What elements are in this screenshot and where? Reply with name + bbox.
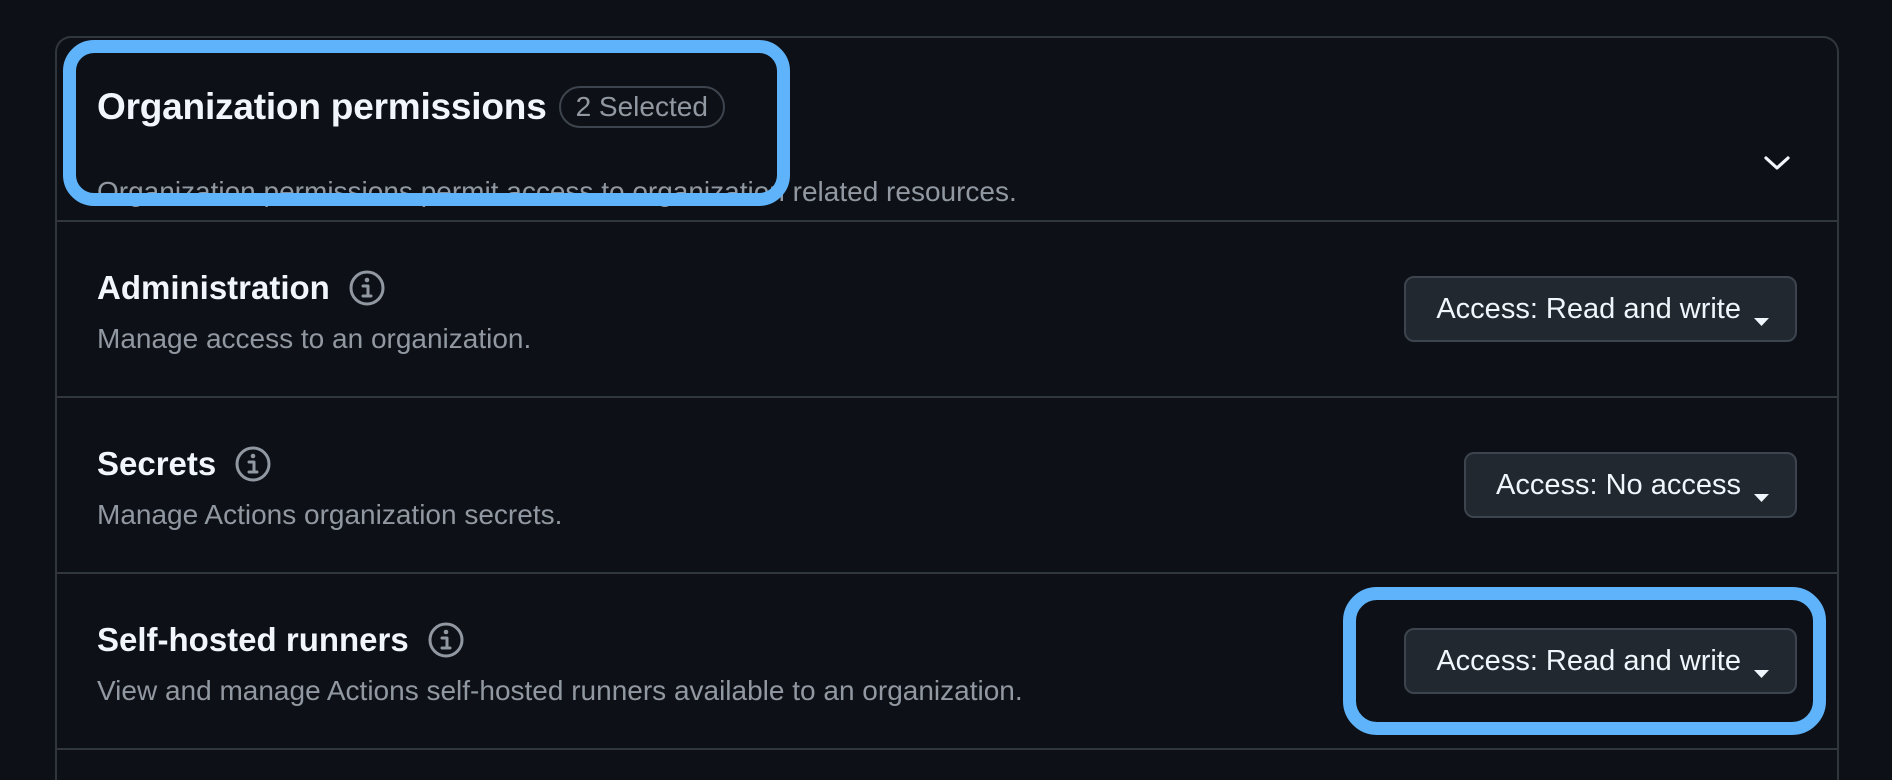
permission-row-self-hosted-runners: Self-hosted runners View and manage Acti… <box>57 574 1837 750</box>
access-level-label: Access: No access <box>1496 468 1741 501</box>
permission-row-administration: Administration Manage access to an organ… <box>57 222 1837 398</box>
permission-title: Administration <box>97 269 330 306</box>
access-level-label: Access: Read and write <box>1436 644 1741 677</box>
chevron-down-icon <box>1762 154 1792 175</box>
organization-permissions-description: Organization permissions permit access t… <box>97 176 1017 207</box>
permission-description: View and manage Actions self-hosted runn… <box>97 675 1023 706</box>
access-level-label: Access: Read and write <box>1436 292 1741 325</box>
permission-title: Self-hosted runners <box>97 621 409 658</box>
next-permission-row <box>57 750 1837 780</box>
caret-down-icon <box>1752 303 1771 326</box>
permission-title-row: Self-hosted runners <box>97 616 465 664</box>
access-level-dropdown[interactable]: Access: Read and write <box>1404 276 1797 342</box>
selected-count-badge: 2 Selected <box>558 86 725 128</box>
organization-permissions-title-row: Organization permissions 2 Selected <box>97 78 725 136</box>
caret-down-icon <box>1752 479 1771 502</box>
permission-title-row: Secrets <box>97 440 272 488</box>
organization-permissions-title: Organization permissions <box>97 86 547 127</box>
info-icon[interactable] <box>427 621 465 659</box>
organization-permissions-panel: Organization permissions 2 Selected Orga… <box>55 36 1839 780</box>
access-level-dropdown[interactable]: Access: No access <box>1464 452 1797 518</box>
organization-permissions-page: Organization permissions 2 Selected Orga… <box>0 0 1892 780</box>
info-icon[interactable] <box>348 269 386 307</box>
permission-title-row: Administration <box>97 264 386 312</box>
permission-description: Manage access to an organization. <box>97 323 532 354</box>
permission-title: Secrets <box>97 445 217 482</box>
access-level-dropdown[interactable]: Access: Read and write <box>1404 628 1797 694</box>
caret-down-icon <box>1752 655 1771 678</box>
info-icon[interactable] <box>234 445 272 483</box>
organization-permissions-header: Organization permissions 2 Selected Orga… <box>57 38 1837 222</box>
collapse-toggle-button[interactable] <box>1757 146 1797 182</box>
permission-row-secrets: Secrets Manage Actions organization secr… <box>57 398 1837 574</box>
permission-description: Manage Actions organization secrets. <box>97 499 563 530</box>
